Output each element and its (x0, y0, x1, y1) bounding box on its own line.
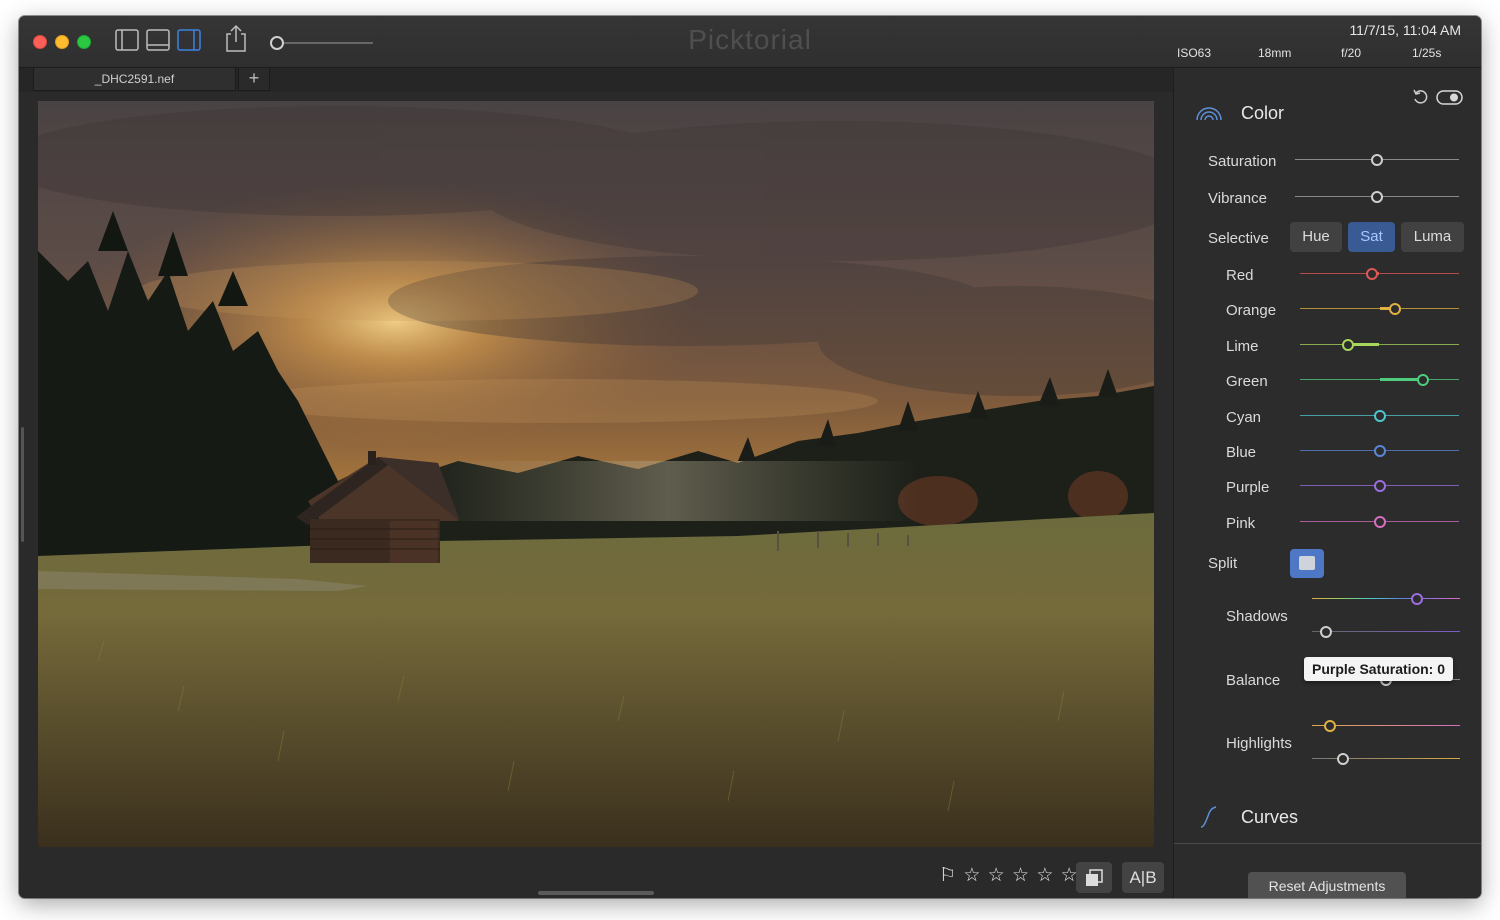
flag-icon[interactable]: ⚐ (939, 864, 957, 887)
curves-section-header[interactable]: Curves (1174, 797, 1481, 837)
channel-label-green: Green (1226, 373, 1268, 390)
value-tooltip: Purple Saturation: 0 (1304, 657, 1453, 681)
app-window: Picktorial 11/7/15, 11:04 AM ISO63 18mm … (19, 16, 1481, 898)
compare-view-button[interactable] (1076, 862, 1112, 893)
channel-thumb-cyan[interactable] (1373, 410, 1386, 422)
vibrance-label: Vibrance (1208, 190, 1267, 207)
rating-bar: ⚐ ☆ ☆ ☆ ☆ ☆ (939, 864, 1079, 896)
channel-label-lime: Lime (1226, 338, 1259, 355)
channel-thumb-red[interactable] (1365, 268, 1378, 280)
saturation-slider[interactable] (1295, 153, 1459, 167)
adjustments-panel: Color Saturation Vibrance Selective Hue … (1173, 68, 1481, 898)
channel-thumb-green[interactable] (1417, 374, 1430, 386)
selective-label: Selective (1208, 230, 1269, 247)
channel-label-orange: Orange (1226, 302, 1277, 319)
share-icon[interactable] (223, 24, 249, 52)
curves-section-title: Curves (1241, 807, 1299, 827)
mode-luma-button[interactable]: Luma (1401, 222, 1464, 252)
add-tab-button[interactable]: + (238, 68, 270, 91)
highlights-amount-slider[interactable] (1312, 752, 1460, 766)
channel-slider-blue[interactable] (1300, 444, 1459, 458)
vibrance-slider[interactable] (1295, 190, 1459, 204)
star-icon-1[interactable]: ☆ (963, 864, 981, 887)
channel-slider-green[interactable] (1300, 373, 1459, 387)
ab-compare-button[interactable]: A|B (1122, 862, 1164, 893)
exif-focal-length: 18mm (1258, 46, 1292, 60)
split-toggle-button[interactable] (1290, 549, 1324, 578)
left-resize-handle[interactable] (21, 427, 24, 542)
exif-shutter: 1/25s (1412, 46, 1442, 60)
toggle-switch-icon[interactable] (1436, 90, 1463, 105)
shadows-amount-slider[interactable] (1312, 625, 1460, 639)
highlights-label: Highlights (1226, 735, 1292, 752)
close-window-button[interactable] (33, 35, 47, 49)
curve-icon (1194, 806, 1224, 828)
photo-preview[interactable] (38, 101, 1154, 847)
channel-thumb-orange[interactable] (1389, 303, 1402, 315)
split-label: Split (1208, 555, 1238, 572)
channel-thumb-lime[interactable] (1341, 339, 1354, 351)
capture-datetime: 11/7/15, 11:04 AM (1349, 22, 1461, 38)
reset-adjustments-button[interactable]: Reset Adjustments (1248, 872, 1406, 898)
color-section-header[interactable]: Color (1174, 93, 1481, 133)
color-section-title: Color (1241, 103, 1285, 123)
channel-label-red: Red (1226, 267, 1254, 284)
zoom-slider[interactable] (269, 36, 375, 50)
tab-file[interactable]: _DHC2591.nef (33, 68, 236, 91)
channel-label-purple: Purple (1226, 479, 1270, 496)
channel-slider-orange[interactable] (1300, 302, 1459, 316)
channel-slider-lime[interactable] (1300, 338, 1459, 352)
photo-canvas: ⚐ ☆ ☆ ☆ ☆ ☆ A|B (19, 92, 1173, 898)
exif-row: ISO63 18mm f/20 1/25s (1177, 46, 1461, 62)
bottom-resize-handle[interactable] (538, 891, 654, 895)
mode-sat-button[interactable]: Sat (1348, 222, 1395, 252)
star-icon-2[interactable]: ☆ (988, 864, 1006, 887)
channel-thumb-pink[interactable] (1373, 516, 1386, 528)
shadows-hue-slider[interactable] (1312, 592, 1460, 606)
balance-label: Balance (1226, 672, 1281, 689)
bottom-panel-icon[interactable] (146, 29, 170, 51)
maximize-window-button[interactable] (77, 35, 91, 49)
duplicate-icon (1086, 869, 1103, 886)
mode-hue-button[interactable]: Hue (1290, 222, 1342, 252)
channel-slider-cyan[interactable] (1300, 409, 1459, 423)
channel-slider-purple[interactable] (1300, 479, 1459, 493)
shadows-label: Shadows (1226, 608, 1288, 625)
channel-label-blue: Blue (1226, 444, 1257, 461)
exif-aperture: f/20 (1341, 46, 1362, 60)
undo-icon[interactable] (1411, 88, 1429, 106)
sl-saturation-thumb[interactable] (1371, 154, 1383, 166)
channel-thumb-purple[interactable] (1373, 480, 1386, 492)
title-bar: Picktorial 11/7/15, 11:04 AM ISO63 18mm … (19, 16, 1481, 68)
channel-slider-pink[interactable] (1300, 515, 1459, 529)
left-sidebar-icon[interactable] (115, 29, 139, 51)
channel-slider-red[interactable] (1300, 267, 1459, 281)
star-icon-4[interactable]: ☆ (1036, 864, 1054, 887)
channel-label-pink: Pink (1226, 515, 1256, 532)
channel-label-cyan: Cyan (1226, 409, 1262, 426)
panel-divider (1174, 843, 1481, 844)
right-sidebar-icon[interactable] (177, 29, 201, 51)
tab-strip: _DHC2591.nef + (19, 68, 1173, 92)
saturation-label: Saturation (1208, 153, 1277, 170)
exif-iso: ISO63 (1177, 46, 1212, 60)
star-icon-3[interactable]: ☆ (1012, 864, 1030, 887)
sl-vibrance-thumb[interactable] (1371, 191, 1383, 203)
highlights-hue-slider[interactable] (1312, 719, 1460, 733)
minimize-window-button[interactable] (55, 35, 69, 49)
rainbow-icon (1194, 102, 1224, 124)
channel-thumb-blue[interactable] (1373, 445, 1386, 457)
